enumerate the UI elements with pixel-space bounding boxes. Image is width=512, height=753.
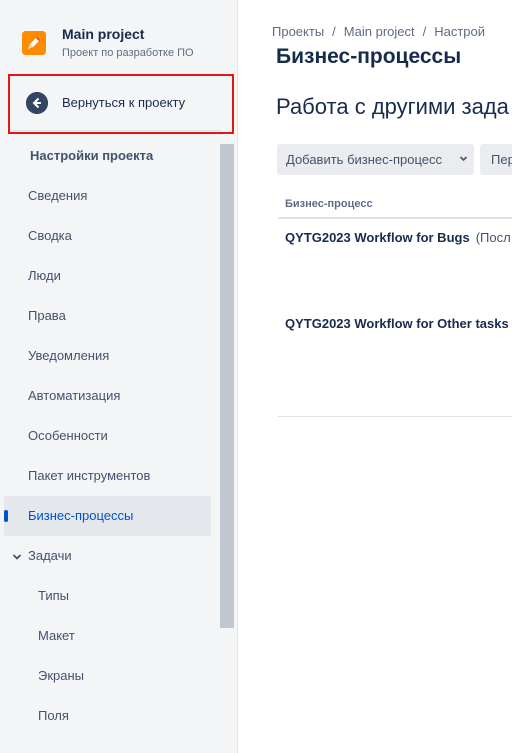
table-row: QYTG2023 Workflow for Other tasks	[285, 316, 509, 331]
sidebar-item-notifications[interactable]: Уведомления	[4, 336, 211, 376]
sidebar-item-label: Типы	[38, 588, 70, 603]
sidebar-item-fields[interactable]: Поля	[4, 696, 211, 736]
sidebar-item-features[interactable]: Особенности	[4, 416, 211, 456]
sidebar-item-label: Уведомления	[28, 348, 110, 363]
add-workflow-label: Добавить бизнес-процесс	[286, 152, 442, 167]
table-header-workflow: Бизнес-процесс	[285, 198, 373, 210]
sidebar-item-automation[interactable]: Автоматизация	[4, 376, 211, 416]
main-content: Проекты / Main project / Настрой Бизнес-проц…	[239, 0, 512, 753]
workflow-name[interactable]: QYTG2023 Workflow for Bugs	[285, 230, 470, 245]
add-workflow-button[interactable]: Добавить бизнес-процесс	[277, 144, 474, 175]
sidebar: Main project Проект по разработке ПО Вер…	[0, 0, 238, 753]
sidebar-item-label: Автоматизация	[28, 388, 121, 403]
sidebar-item-people[interactable]: Люди	[4, 256, 211, 296]
section-heading: Работа с другими зада	[276, 94, 509, 119]
project-header[interactable]: Main project Проект по разработке ПО	[0, 0, 237, 72]
sidebar-item-label: Сведения	[28, 188, 88, 203]
project-type: Проект по разработке ПО	[62, 47, 194, 59]
sidebar-item-issue-types[interactable]: Типы	[4, 576, 211, 616]
breadcrumb: Проекты / Main project / Настрой	[272, 24, 485, 39]
settings-title: Настройки проекта	[30, 148, 154, 163]
project-avatar-icon	[22, 31, 46, 55]
sidebar-item-label: Макет	[38, 628, 75, 643]
sidebar-divider	[12, 130, 222, 131]
project-name: Main project	[62, 26, 145, 42]
sidebar-item-label: Права	[28, 308, 66, 323]
chevron-down-icon	[459, 154, 468, 163]
sidebar-item-permissions[interactable]: Права	[4, 296, 211, 336]
sidebar-item-layout[interactable]: Макет	[4, 616, 211, 656]
workflow-name[interactable]: QYTG2023 Workflow for Other tasks	[285, 316, 509, 331]
breadcrumb-project[interactable]: Main project	[344, 24, 415, 39]
sidebar-item-label: Пакет инструментов	[28, 468, 151, 483]
sidebar-item-label: Особенности	[28, 428, 108, 443]
sidebar-item-summary[interactable]: Сводка	[4, 216, 211, 256]
sidebar-item-workflows[interactable]: Бизнес-процессы	[4, 496, 211, 536]
breadcrumb-settings[interactable]: Настрой	[434, 24, 485, 39]
breadcrumb-separator: /	[332, 24, 336, 39]
breadcrumb-projects[interactable]: Проекты	[272, 24, 324, 39]
sidebar-item-label: Бизнес-процессы	[28, 508, 134, 523]
sidebar-item-screens[interactable]: Экраны	[4, 656, 211, 696]
sidebar-item-label: Люди	[28, 268, 61, 283]
secondary-button[interactable]: Пер	[480, 144, 512, 175]
back-to-project-button[interactable]: Вернуться к проекту	[8, 74, 234, 134]
sidebar-item-details[interactable]: Сведения	[4, 176, 211, 216]
sidebar-item-label: Сводка	[28, 228, 72, 243]
secondary-button-label: Пер	[491, 152, 512, 167]
breadcrumb-separator: /	[422, 24, 427, 39]
back-label: Вернуться к проекту	[62, 95, 186, 110]
page-title: Бизнес-процессы	[276, 45, 462, 68]
table-row: QYTG2023 Workflow for Bugs (Посл	[285, 230, 511, 245]
table-bottom-divider	[278, 416, 512, 417]
table-header-divider	[278, 217, 512, 219]
sidebar-item-toolkit[interactable]: Пакет инструментов	[4, 456, 211, 496]
sidebar-item-label: Поля	[38, 708, 69, 723]
sidebar-item-label: Экраны	[38, 668, 85, 683]
sidebar-item-label: Задачи	[28, 548, 72, 563]
sidebar-item-issues[interactable]: Задачи	[4, 536, 211, 576]
arrow-left-icon	[26, 92, 48, 114]
sidebar-scrollbar[interactable]	[220, 144, 234, 628]
workflow-extra: (Посл	[475, 230, 511, 245]
